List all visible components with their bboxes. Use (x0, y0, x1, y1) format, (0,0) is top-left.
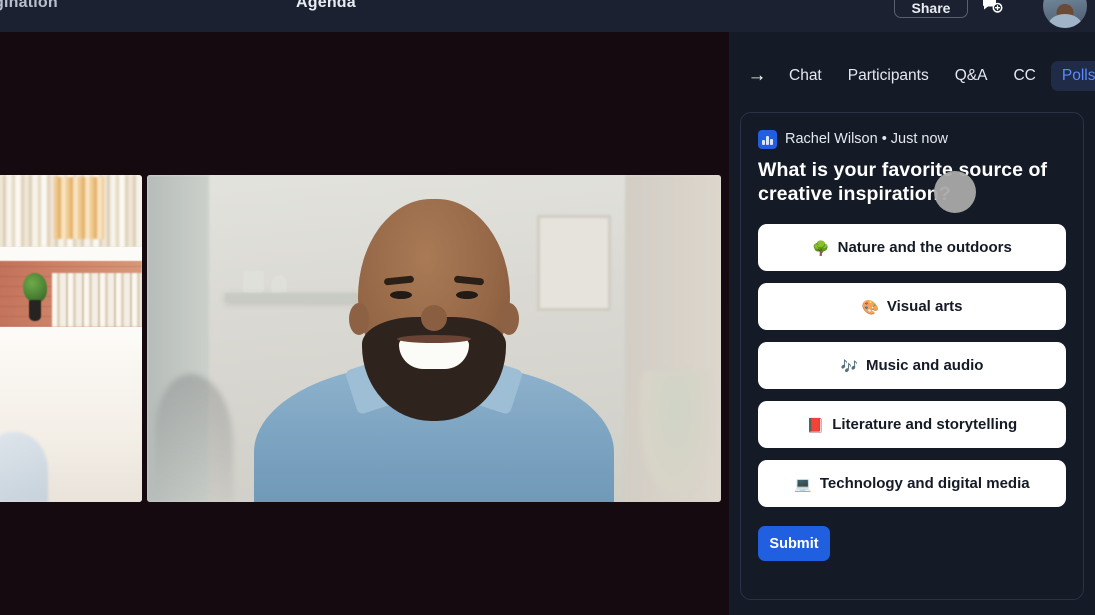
poll-option-literature[interactable]: 📕 Literature and storytelling (758, 401, 1066, 449)
closed-book-emoji: 📕 (806, 416, 825, 433)
poll-option-label: Visual arts (886, 298, 963, 316)
chat-reaction-icon[interactable] (977, 0, 1007, 21)
poll-option-nature[interactable]: 🌳 Nature and the outdoors (758, 224, 1066, 272)
shelf-object (271, 275, 287, 293)
poll-question: What is your favorite source of creative… (758, 159, 1048, 206)
side-video-frame (0, 175, 142, 502)
poll-option-technology[interactable]: 💻 Technology and digital media (758, 460, 1066, 508)
musical-notes-emoji: 🎶 (840, 357, 858, 374)
shelf-plank (0, 327, 142, 340)
submit-button[interactable]: Submit (758, 526, 830, 562)
participant-video-side[interactable] (0, 175, 142, 502)
potted-plant (18, 273, 50, 327)
speaker-face (349, 199, 519, 421)
background-shadow (155, 374, 233, 502)
avatar[interactable] (1043, 0, 1087, 28)
side-panel: → Chat Participants Q&A CC Polls Rachel … (729, 32, 1095, 615)
speaker-eye-right (456, 291, 478, 299)
poll-option-music[interactable]: 🎶 Music and audio (758, 342, 1066, 390)
panel-tabbar: → Chat Participants Q&A CC Polls (729, 58, 1095, 94)
poll-option-visual-arts[interactable]: 🎨 Visual arts (758, 283, 1066, 331)
speaker-mouth (399, 339, 469, 369)
top-header-bar: gination Agenda Share (0, 0, 1095, 32)
poll-author-name: Rachel Wilson • Just now (785, 131, 949, 147)
laptop-emoji: 💻 (794, 475, 812, 492)
poll-options-list: 🌳 Nature and the outdoors 🎨 Visual arts … (758, 224, 1066, 508)
agenda-label: Agenda (296, 0, 356, 11)
shelf-object (243, 271, 264, 293)
tab-polls[interactable]: Polls (1050, 61, 1095, 91)
speaker-brow-right (453, 275, 485, 286)
poll-card: Rachel Wilson • Just now What is your fa… (740, 112, 1084, 600)
tab-qanda[interactable]: Q&A (944, 61, 999, 91)
tab-chat[interactable]: Chat (778, 61, 833, 91)
poll-author-row: Rachel Wilson • Just now (758, 129, 1066, 149)
background-plant (637, 371, 713, 502)
poll-option-label: Technology and digital media (819, 475, 1030, 493)
participant-video-main[interactable] (147, 175, 721, 502)
tab-cc[interactable]: CC (1002, 61, 1046, 91)
bookshelf-top-row (0, 175, 142, 247)
main-video-frame (147, 175, 721, 502)
arrow-right-icon[interactable]: → (740, 59, 774, 93)
speaker-eye-left (390, 291, 412, 299)
poll-option-label: Music and audio (865, 357, 984, 375)
tree-emoji: 🌳 (812, 239, 830, 256)
poll-bar-chart-icon (758, 129, 777, 149)
wall-picture-frame (537, 215, 611, 311)
room-lower-area (0, 340, 142, 502)
tab-participants[interactable]: Participants (837, 61, 940, 91)
meeting-title: gination (0, 0, 58, 11)
artist-palette-emoji: 🎨 (861, 298, 879, 315)
speaker-brow-left (383, 275, 415, 286)
video-stage (0, 32, 729, 615)
share-button[interactable]: Share (894, 0, 968, 18)
poll-option-label: Literature and storytelling (832, 416, 1018, 434)
poll-option-label: Nature and the outdoors (837, 239, 1012, 257)
bookshelf-mid-row (52, 273, 142, 327)
shelf-plank (0, 247, 142, 261)
speaker-ear-left (349, 303, 369, 335)
speaker-nose (421, 305, 447, 331)
speaker-ear-right (499, 303, 519, 335)
speaker-upper-lip (397, 335, 471, 343)
